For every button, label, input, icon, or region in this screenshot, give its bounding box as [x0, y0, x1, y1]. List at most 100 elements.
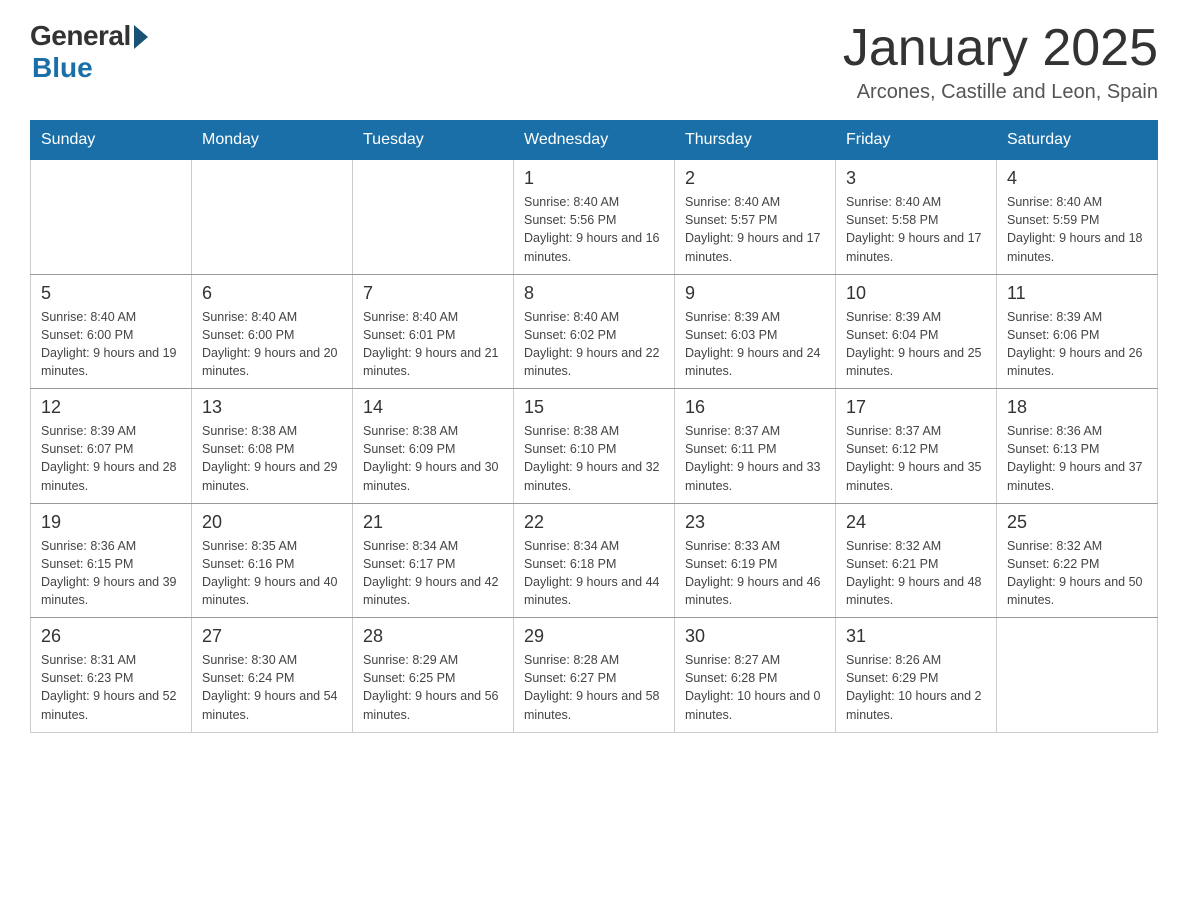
day-info: Sunrise: 8:30 AM Sunset: 6:24 PM Dayligh… [202, 651, 342, 724]
day-number: 8 [524, 283, 664, 304]
day-number: 4 [1007, 168, 1147, 189]
day-number: 3 [846, 168, 986, 189]
day-number: 16 [685, 397, 825, 418]
day-info: Sunrise: 8:31 AM Sunset: 6:23 PM Dayligh… [41, 651, 181, 724]
calendar-cell: 28Sunrise: 8:29 AM Sunset: 6:25 PM Dayli… [353, 618, 514, 733]
day-info: Sunrise: 8:26 AM Sunset: 6:29 PM Dayligh… [846, 651, 986, 724]
day-info: Sunrise: 8:40 AM Sunset: 5:57 PM Dayligh… [685, 193, 825, 266]
day-number: 30 [685, 626, 825, 647]
calendar-cell: 13 Sunrise: 8:38 AM Sunset: 6:08 PM Dayli… [192, 389, 353, 504]
day-info: Sunrise: 8:37 AM Sunset: 6:12 PM Dayligh… [846, 422, 986, 495]
day-number: 1 [524, 168, 664, 189]
day-number: 2 [685, 168, 825, 189]
day-info: Sunrise: 8:39 AM Sunset: 6:04 PM Dayligh… [846, 308, 986, 381]
week-row-5: 26 Sunrise: 8:31 AM Sunset: 6:23 PM Dayli… [31, 618, 1158, 733]
calendar-table: SundayMondayTuesdayWednesdayThursdayFrid… [30, 120, 1158, 733]
day-info: Sunrise: 8:36 AM Sunset: 6:15 PM Dayligh… [41, 537, 181, 610]
day-info: Sunrise: 8:36 AM Sunset: 6:13 PM Dayligh… [1007, 422, 1147, 495]
day-info: Sunrise: 8:33 AM Sunset: 6:19 PM Dayligh… [685, 537, 825, 610]
calendar-cell: 9 Sunrise: 8:39 AM Sunset: 6:03 PM Daylig… [675, 274, 836, 389]
day-number: 7 [363, 283, 503, 304]
day-info: Sunrise: 8:40 AM Sunset: 5:58 PM Dayligh… [846, 193, 986, 266]
day-number: 9 [685, 283, 825, 304]
day-number: 15 [524, 397, 664, 418]
calendar-cell [353, 160, 514, 275]
day-number: 12 [41, 397, 181, 418]
calendar-cell: 7Sunrise: 8:40 AM Sunset: 6:01 PM Daylig… [353, 274, 514, 389]
header-day-tuesday: Tuesday [353, 121, 514, 160]
day-info: Sunrise: 8:38 AM Sunset: 6:10 PM Dayligh… [524, 422, 664, 495]
calendar-cell: 8 Sunrise: 8:40 AM Sunset: 6:02 PM Daylig… [514, 274, 675, 389]
day-info: Sunrise: 8:38 AM Sunset: 6:08 PM Dayligh… [202, 422, 342, 495]
week-row-2: 5 Sunrise: 8:40 AM Sunset: 6:00 PM Daylig… [31, 274, 1158, 389]
calendar-cell: 12Sunrise: 8:39 AM Sunset: 6:07 PM Dayli… [31, 389, 192, 504]
location-title: Arcones, Castille and Leon, Spain [843, 81, 1158, 104]
day-number: 17 [846, 397, 986, 418]
calendar-cell: 27 Sunrise: 8:30 AM Sunset: 6:24 PM Dayli… [192, 618, 353, 733]
logo: General Blue [30, 20, 148, 84]
week-row-4: 19 Sunrise: 8:36 AM Sunset: 6:15 PM Dayli… [31, 503, 1158, 618]
calendar-cell [997, 618, 1158, 733]
calendar-cell: 15 Sunrise: 8:38 AM Sunset: 6:10 PM Dayli… [514, 389, 675, 504]
day-info: Sunrise: 8:32 AM Sunset: 6:22 PM Dayligh… [1007, 537, 1147, 610]
calendar-cell: 21Sunrise: 8:34 AM Sunset: 6:17 PM Dayli… [353, 503, 514, 618]
day-info: Sunrise: 8:40 AM Sunset: 6:00 PM Dayligh… [202, 308, 342, 381]
day-number: 5 [41, 283, 181, 304]
day-info: Sunrise: 8:40 AM Sunset: 6:00 PM Dayligh… [41, 308, 181, 381]
day-number: 13 [202, 397, 342, 418]
header: General Blue January 2025 Arcones, Casti… [30, 20, 1158, 104]
header-day-saturday: Saturday [997, 121, 1158, 160]
calendar-cell: 31 Sunrise: 8:26 AM Sunset: 6:29 PM Dayli… [836, 618, 997, 733]
calendar-cell: 24 Sunrise: 8:32 AM Sunset: 6:21 PM Dayli… [836, 503, 997, 618]
day-number: 26 [41, 626, 181, 647]
day-number: 10 [846, 283, 986, 304]
day-number: 6 [202, 283, 342, 304]
day-number: 29 [524, 626, 664, 647]
day-number: 28 [363, 626, 503, 647]
calendar-cell: 20 Sunrise: 8:35 AM Sunset: 6:16 PM Dayli… [192, 503, 353, 618]
day-info: Sunrise: 8:34 AM Sunset: 6:18 PM Dayligh… [524, 537, 664, 610]
calendar-cell: 3 Sunrise: 8:40 AM Sunset: 5:58 PM Daylig… [836, 160, 997, 275]
day-number: 31 [846, 626, 986, 647]
logo-arrow-icon [134, 25, 148, 49]
day-info: Sunrise: 8:32 AM Sunset: 6:21 PM Dayligh… [846, 537, 986, 610]
calendar-cell: 1Sunrise: 8:40 AM Sunset: 5:56 PM Daylig… [514, 160, 675, 275]
day-number: 27 [202, 626, 342, 647]
calendar-cell: 2 Sunrise: 8:40 AM Sunset: 5:57 PM Daylig… [675, 160, 836, 275]
calendar-cell: 5 Sunrise: 8:40 AM Sunset: 6:00 PM Daylig… [31, 274, 192, 389]
day-info: Sunrise: 8:28 AM Sunset: 6:27 PM Dayligh… [524, 651, 664, 724]
calendar-cell: 14Sunrise: 8:38 AM Sunset: 6:09 PM Dayli… [353, 389, 514, 504]
header-day-monday: Monday [192, 121, 353, 160]
logo-general-text: General [30, 20, 131, 52]
logo-blue-text: Blue [32, 52, 93, 84]
week-row-1: 1Sunrise: 8:40 AM Sunset: 5:56 PM Daylig… [31, 160, 1158, 275]
week-row-3: 12Sunrise: 8:39 AM Sunset: 6:07 PM Dayli… [31, 389, 1158, 504]
header-day-friday: Friday [836, 121, 997, 160]
calendar-cell: 30Sunrise: 8:27 AM Sunset: 6:28 PM Dayli… [675, 618, 836, 733]
day-info: Sunrise: 8:39 AM Sunset: 6:03 PM Dayligh… [685, 308, 825, 381]
month-title: January 2025 [843, 20, 1158, 77]
day-info: Sunrise: 8:40 AM Sunset: 6:02 PM Dayligh… [524, 308, 664, 381]
day-info: Sunrise: 8:35 AM Sunset: 6:16 PM Dayligh… [202, 537, 342, 610]
day-info: Sunrise: 8:37 AM Sunset: 6:11 PM Dayligh… [685, 422, 825, 495]
calendar-cell: 25 Sunrise: 8:32 AM Sunset: 6:22 PM Dayli… [997, 503, 1158, 618]
day-number: 18 [1007, 397, 1147, 418]
calendar-cell: 23Sunrise: 8:33 AM Sunset: 6:19 PM Dayli… [675, 503, 836, 618]
day-number: 21 [363, 512, 503, 533]
calendar-cell: 16 Sunrise: 8:37 AM Sunset: 6:11 PM Dayli… [675, 389, 836, 504]
calendar-cell: 19 Sunrise: 8:36 AM Sunset: 6:15 PM Dayli… [31, 503, 192, 618]
calendar-cell: 26 Sunrise: 8:31 AM Sunset: 6:23 PM Dayli… [31, 618, 192, 733]
header-day-sunday: Sunday [31, 121, 192, 160]
calendar-cell [192, 160, 353, 275]
day-number: 11 [1007, 283, 1147, 304]
calendar-cell: 17 Sunrise: 8:37 AM Sunset: 6:12 PM Dayli… [836, 389, 997, 504]
calendar-cell: 6 Sunrise: 8:40 AM Sunset: 6:00 PM Daylig… [192, 274, 353, 389]
title-area: January 2025 Arcones, Castille and Leon,… [843, 20, 1158, 104]
day-number: 25 [1007, 512, 1147, 533]
day-number: 20 [202, 512, 342, 533]
header-day-wednesday: Wednesday [514, 121, 675, 160]
day-number: 19 [41, 512, 181, 533]
calendar-cell: 29 Sunrise: 8:28 AM Sunset: 6:27 PM Dayli… [514, 618, 675, 733]
day-number: 24 [846, 512, 986, 533]
calendar-cell: 11Sunrise: 8:39 AM Sunset: 6:06 PM Dayli… [997, 274, 1158, 389]
